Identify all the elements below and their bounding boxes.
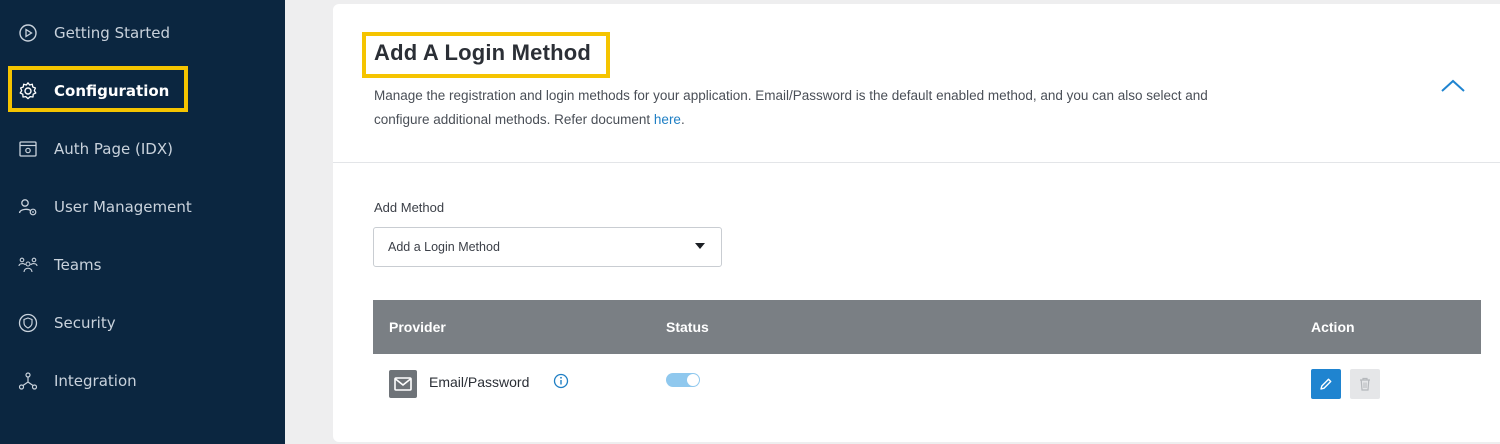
sidebar-item-label: User Management — [54, 198, 192, 216]
sidebar: Getting Started Configuration Auth Page … — [0, 0, 285, 444]
toggle-knob — [687, 374, 699, 386]
table-header: Provider Status Action — [373, 300, 1481, 354]
delete-button[interactable] — [1350, 369, 1380, 399]
column-header-provider: Provider — [389, 319, 446, 335]
info-icon[interactable] — [553, 373, 569, 389]
sidebar-item-label: Security — [54, 314, 116, 332]
sidebar-item-security[interactable]: Security — [18, 308, 116, 338]
sidebar-item-label: Teams — [54, 256, 102, 274]
add-method-label: Add Method — [374, 200, 445, 215]
play-circle-icon — [18, 23, 38, 43]
page-title: Add A Login Method — [374, 40, 592, 65]
add-method-select[interactable]: Add a Login Method — [373, 227, 722, 267]
chevron-up-icon[interactable] — [1438, 76, 1468, 96]
status-toggle[interactable] — [666, 373, 700, 387]
sidebar-item-label: Getting Started — [54, 24, 170, 42]
table-row: Email/Password — [373, 354, 1481, 412]
sidebar-item-teams[interactable]: Teams — [18, 250, 101, 280]
mail-icon — [389, 370, 417, 398]
shield-icon — [18, 313, 38, 333]
select-value: Add a Login Method — [388, 240, 500, 254]
document-link[interactable]: here — [654, 112, 681, 127]
sidebar-item-getting-started[interactable]: Getting Started — [18, 18, 170, 48]
trash-icon — [1360, 377, 1370, 391]
caret-down-icon — [695, 243, 705, 249]
pencil-icon — [1320, 378, 1332, 390]
section-description: Manage the registration and login method… — [374, 88, 1208, 127]
column-header-action: Action — [1311, 319, 1355, 335]
sidebar-item-integration[interactable]: Integration — [18, 366, 137, 396]
teams-icon — [18, 255, 38, 275]
gear-icon — [18, 81, 38, 101]
user-gear-icon — [18, 197, 38, 217]
provider-name: Email/Password — [429, 374, 530, 390]
sidebar-item-configuration[interactable]: Configuration — [18, 76, 169, 106]
edit-button[interactable] — [1311, 369, 1341, 399]
auth-page-icon — [18, 139, 38, 159]
sidebar-item-user-management[interactable]: User Management — [18, 192, 192, 222]
sidebar-item-auth-page[interactable]: Auth Page (IDX) — [18, 134, 173, 164]
column-header-status: Status — [666, 319, 709, 335]
sidebar-item-label: Auth Page (IDX) — [54, 140, 173, 158]
sidebar-item-label: Configuration — [54, 82, 170, 100]
sidebar-item-label: Integration — [54, 372, 137, 390]
section-divider — [333, 162, 1500, 163]
integration-icon — [18, 371, 38, 391]
